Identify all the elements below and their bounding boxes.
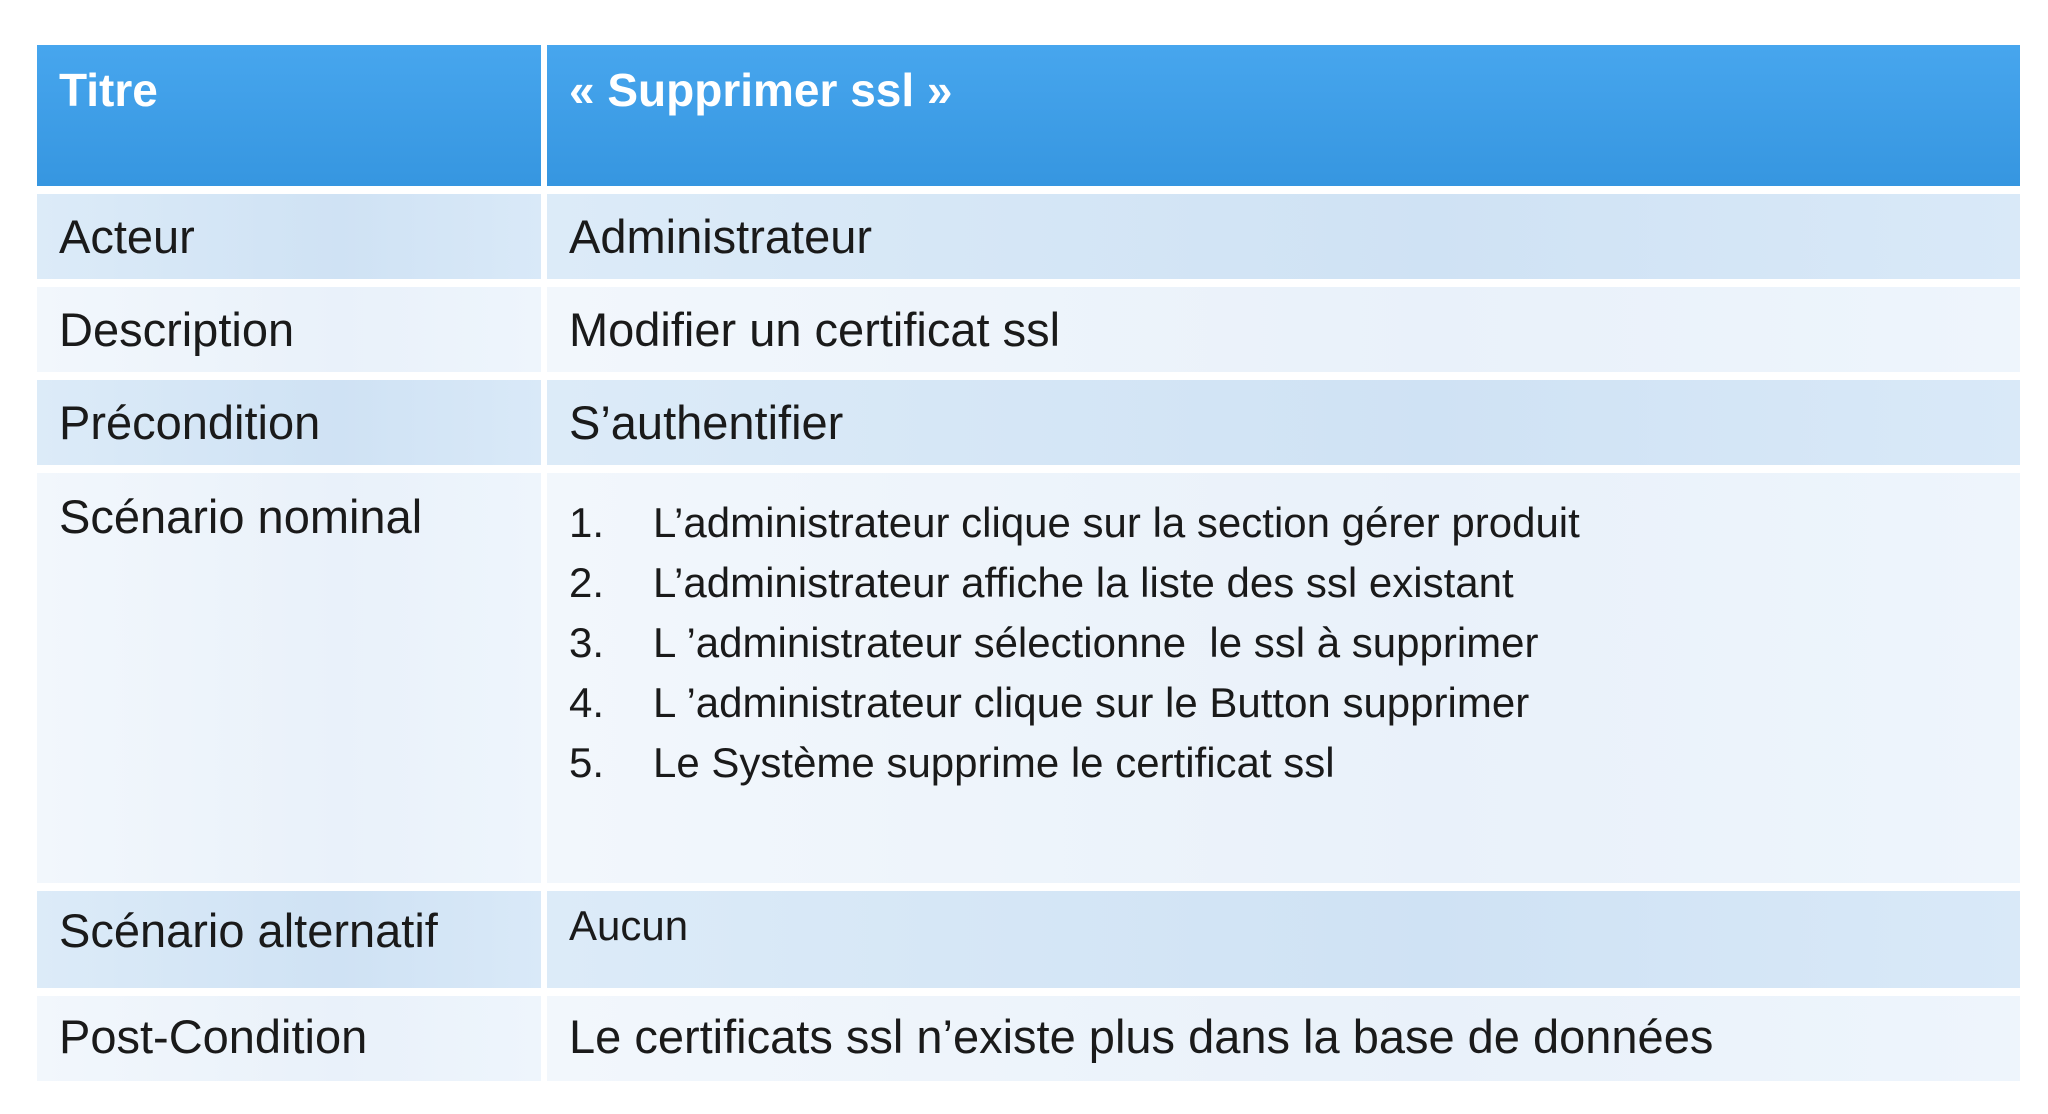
- header-label: Titre: [37, 45, 547, 186]
- row-label-precondition: Précondition: [37, 380, 547, 465]
- list-item: 3. L ’administrateur sélectionne le ssl à…: [569, 613, 2020, 673]
- step-number: 3.: [569, 619, 605, 666]
- step-number: 5.: [569, 739, 605, 786]
- row-value-precondition: S’authentifier: [547, 380, 2020, 465]
- row-value-acteur: Administrateur: [547, 194, 2020, 279]
- table-header-row: Titre « Supprimer ssl »: [37, 45, 2020, 186]
- step-text: L’administrateur clique sur la section g…: [653, 499, 1580, 546]
- table-row-precondition: Précondition S’authentifier: [37, 380, 2020, 465]
- table-row-scenario-nominal: Scénario nominal 1. L’administrateur cliq…: [37, 473, 2020, 883]
- row-value-scenario-alternatif: Aucun: [547, 891, 2020, 988]
- step-text: Le Système supprime le certificat ssl: [653, 739, 1335, 786]
- table-row-post-condition: Post-Condition Le certificats ssl n’exis…: [37, 996, 2020, 1081]
- header-title: « Supprimer ssl »: [547, 45, 2020, 186]
- scenario-steps-list: 1. L’administrateur clique sur la section…: [569, 493, 2020, 793]
- row-value-post-condition: Le certificats ssl n’existe plus dans la…: [547, 996, 2020, 1081]
- step-text: L’administrateur affiche la liste des ss…: [653, 559, 1514, 606]
- step-number: 1.: [569, 499, 605, 546]
- step-number: 4.: [569, 679, 605, 726]
- table-row-acteur: Acteur Administrateur: [37, 194, 2020, 279]
- list-item: 4. L ’administrateur clique sur le Button…: [569, 673, 2020, 733]
- table-row-description: Description Modifier un certificat ssl: [37, 287, 2020, 372]
- table-row-scenario-alternatif: Scénario alternatif Aucun: [37, 891, 2020, 988]
- row-label-scenario-nominal: Scénario nominal: [37, 473, 547, 883]
- row-value-scenario-nominal: 1. L’administrateur clique sur la section…: [547, 473, 2020, 883]
- use-case-table: Titre « Supprimer ssl » Acteur Administr…: [37, 37, 2020, 1089]
- list-item: 2. L’administrateur affiche la liste des …: [569, 553, 2020, 613]
- row-label-description: Description: [37, 287, 547, 372]
- row-label-scenario-alternatif: Scénario alternatif: [37, 891, 547, 988]
- step-number: 2.: [569, 559, 605, 606]
- list-item: 5. Le Système supprime le certificat ssl: [569, 733, 2020, 793]
- row-label-post-condition: Post-Condition: [37, 996, 547, 1081]
- row-label-acteur: Acteur: [37, 194, 547, 279]
- step-text: L ’administrateur sélectionne le ssl à s…: [653, 619, 1539, 666]
- step-text: L ’administrateur clique sur le Button s…: [653, 679, 1530, 726]
- row-value-description: Modifier un certificat ssl: [547, 287, 2020, 372]
- list-item: 1. L’administrateur clique sur la section…: [569, 493, 2020, 553]
